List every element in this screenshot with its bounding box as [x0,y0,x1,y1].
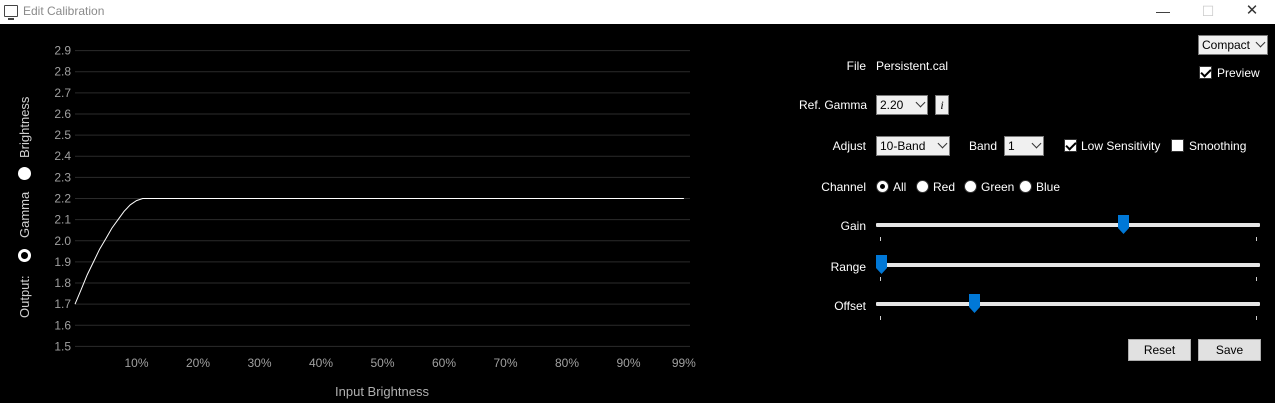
ref-gamma-value: 2.20 [880,98,904,112]
slider-tick [1256,237,1257,241]
y-tick-label: 2.2 [54,192,71,206]
reset-button[interactable]: Reset [1128,339,1191,361]
channel-label-all[interactable]: All [893,180,906,194]
channel-label-red[interactable]: Red [933,180,955,194]
band-value: 1 [1008,139,1015,153]
chevron-down-icon [937,138,948,149]
info-button[interactable]: i [935,95,949,115]
band-select[interactable]: 1 [1004,136,1044,156]
smoothing-checkbox[interactable] [1171,139,1184,152]
y-tick-label: 2.6 [54,107,71,121]
view-mode-select[interactable]: Compact [1198,35,1268,55]
channel-label-blue[interactable]: Blue [1036,180,1060,194]
slider-track[interactable] [876,223,1260,227]
y-tick-label: 1.5 [54,339,71,353]
channel-radio-red[interactable] [916,180,929,193]
maximize-button[interactable]: ☐ [1185,0,1231,24]
close-button[interactable]: ✕ [1229,0,1275,24]
offset-label: Offset [834,299,866,313]
range-label: Range [830,260,866,274]
y-tick-label: 2.1 [54,213,71,227]
slider-thumb[interactable] [1118,215,1130,234]
slider-tick [880,237,881,241]
y-tick-label: 2.4 [54,149,71,163]
x-tick-label: 99% [672,356,696,370]
slider-tick [1256,316,1257,320]
slider-track[interactable] [876,263,1260,267]
x-tick-label: 40% [309,356,333,370]
x-tick-label: 30% [247,356,271,370]
y-tick-label: 1.7 [54,297,71,311]
y-axis-ticks: 1.5 1.6 1.7 1.8 1.9 2.0 2.1 2.2 2.3 2.4 2.5 2.6 2.7 2… [54,44,71,354]
preview-label[interactable]: Preview [1217,66,1260,80]
x-tick-label: 90% [616,356,640,370]
y-tick-label: 2.8 [54,65,71,79]
x-tick-label: 50% [370,356,394,370]
save-button[interactable]: Save [1198,339,1261,361]
file-value: Persistent.cal [876,59,949,73]
slider-tick [880,277,881,281]
x-tick-label: 70% [493,356,517,370]
slider-tick [1256,277,1257,281]
x-tick-label: 20% [186,356,210,370]
chevron-down-icon [1031,138,1042,149]
smoothing-label[interactable]: Smoothing [1189,139,1246,153]
y-tick-label: 2.0 [54,234,71,248]
monitor-icon [4,5,18,20]
view-mode-value: Compact [1202,38,1251,52]
chevron-down-icon [915,97,926,108]
chevron-down-icon [1255,37,1266,48]
band-label: Band [969,139,998,153]
low-sensitivity-checkbox[interactable] [1064,139,1077,152]
channel-radio-green[interactable] [964,180,977,193]
gain-label: Gain [840,219,866,233]
channel-radio-all[interactable] [876,180,889,193]
window-title: Edit Calibration [23,4,105,18]
channel-radio-blue[interactable] [1019,180,1032,193]
gamma-curve-line [74,198,684,305]
y-tick-label: 2.5 [54,128,71,142]
x-tick-label: 80% [555,356,579,370]
y-tick-label: 1.6 [54,318,71,332]
slider-thumb[interactable] [969,294,981,313]
low-sensitivity-label[interactable]: Low Sensitivity [1081,139,1160,153]
channel-label: Channel [821,180,866,194]
x-tick-label: 60% [432,356,456,370]
gamma-curve-chart[interactable]: 1.5 1.6 1.7 1.8 1.9 2.0 2.1 2.2 2.3 2.4 2.5 2.6 2.7 2… [0,24,720,403]
y-tick-label: 1.9 [54,255,71,269]
slider-thumb[interactable] [876,255,887,274]
adjust-label: Adjust [832,139,866,153]
preview-checkbox[interactable] [1199,66,1212,79]
x-tick-label: 10% [124,356,148,370]
adjust-value: 10-Band [880,139,926,153]
channel-label-green[interactable]: Green [981,180,1014,194]
ref-gamma-label: Ref. Gamma [798,98,867,112]
y-tick-label: 1.8 [54,276,71,290]
ref-gamma-select[interactable]: 2.20 [876,95,928,115]
minimize-button[interactable]: — [1140,0,1186,24]
y-tick-label: 2.7 [54,86,71,100]
y-tick-label: 2.9 [54,44,71,58]
slider-track[interactable] [876,302,1260,306]
x-axis-label: Input Brightness [335,384,429,399]
title-bar: Edit Calibration — ☐ ✕ [0,0,1275,24]
file-label: File [846,59,866,73]
adjust-select[interactable]: 10-Band [876,136,950,156]
x-axis-ticks: 10% 20% 30% 40% 50% 60% 70% 80% 90% 99% [124,356,696,370]
y-tick-label: 2.3 [54,170,71,184]
slider-tick [880,316,881,320]
